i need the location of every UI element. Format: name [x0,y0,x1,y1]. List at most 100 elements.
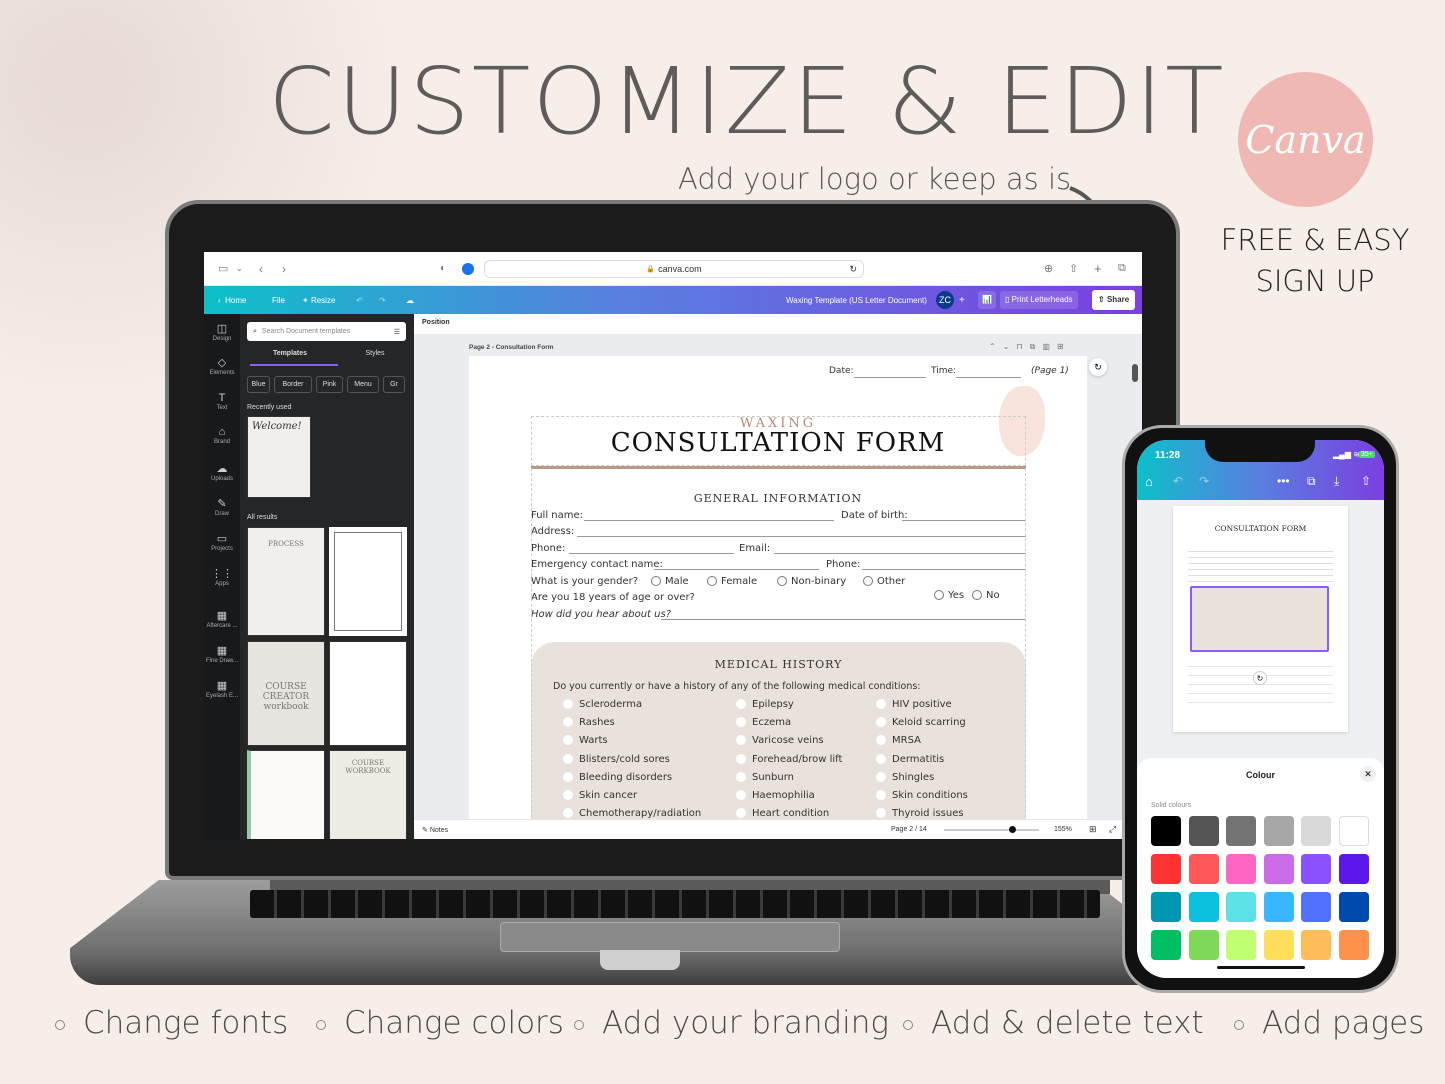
rail-item-fine-draw[interactable]: ▦ Fine Draw... [204,644,240,664]
zoom-level[interactable]: 155% [1054,826,1072,833]
url-bar[interactable]: 🔒 canva.com ↻ [484,260,864,278]
colour-swatch[interactable] [1263,930,1294,960]
share-icon[interactable]: ⇧ [1361,474,1371,488]
rail-item-design[interactable]: ◫ Design [204,322,240,342]
colour-swatch[interactable] [1263,892,1294,922]
colour-swatch[interactable] [1338,892,1369,922]
add-collaborator-icon[interactable]: + [959,295,965,306]
colour-swatch[interactable] [1188,854,1219,884]
colour-swatch[interactable] [1301,892,1331,922]
insights-icon[interactable]: 📊 [978,291,996,309]
more-icon[interactable]: ••• [1277,474,1290,488]
rail-item-apps[interactable]: ⋮⋮ Apps [204,567,240,587]
colour-swatch[interactable] [1301,854,1331,884]
rail-item-aftercare[interactable]: ▦ Aftercare ... [204,609,240,629]
back-icon[interactable]: ‹ [259,262,263,276]
duplicate-icon[interactable]: ⧉ [1030,342,1043,351]
grid-view-icon[interactable]: ⊞ [1089,824,1097,835]
sidebar-toggle-icon[interactable]: ▭ [218,262,228,275]
add-page-icon[interactable]: ⊞ [1057,342,1071,351]
undo-icon[interactable]: ↶ [356,296,363,305]
colour-swatch[interactable] [1151,854,1181,884]
document-page[interactable]: Date: Time: (Page 1) WAXING CONSULTATION… [469,356,1087,826]
page-count[interactable]: Page 2 / 14 [891,826,927,833]
colour-swatch[interactable] [1151,892,1181,922]
delete-icon[interactable]: ▥ [1042,342,1057,351]
download-icon[interactable]: ⤓ [1334,474,1339,489]
close-icon[interactable]: ✕ [1360,766,1376,782]
template-thumb[interactable]: COURSE WORKBOOK [329,750,407,839]
template-thumb[interactable] [247,750,325,839]
reload-icon[interactable]: ↻ [849,264,857,275]
template-search-input[interactable]: ⌕ Search Document templates ☰ [247,322,406,341]
rail-item-brand[interactable]: ⌂ Brand [204,426,240,445]
phone-page-preview[interactable]: CONSULTATION FORM ↻ [1173,506,1348,732]
colour-swatch[interactable] [1188,892,1219,922]
colour-swatch[interactable] [1338,816,1369,846]
file-menu[interactable]: File [272,296,285,305]
selected-medical-box[interactable] [1190,586,1329,652]
document-title[interactable]: Waxing Template (US Letter Document) [786,296,927,305]
tab-templates[interactable]: Templates [250,350,330,357]
forward-icon[interactable]: › [282,262,286,276]
redo-icon[interactable]: ↷ [379,296,386,305]
rail-item-uploads[interactable]: ☁ Uploads [204,462,240,482]
notes-button[interactable]: ✎ Notes [422,826,448,834]
template-thumb[interactable] [329,527,407,636]
refresh-button[interactable]: ↻ [1089,358,1107,376]
colour-swatch[interactable] [1226,854,1256,884]
move-down-icon[interactable]: ⌄ [1003,342,1017,351]
home-button[interactable]: ‹ Home [218,296,246,305]
colour-swatch[interactable] [1226,930,1256,960]
template-thumb[interactable] [329,641,407,746]
filter-icon[interactable]: ☰ [394,328,400,336]
zoom-slider[interactable] [944,826,1039,833]
filter-chip[interactable]: Border [274,376,312,393]
template-thumb[interactable]: PROCESS [247,527,325,636]
chevron-down-icon[interactable]: ⌄ [236,264,243,273]
colour-swatch[interactable] [1188,930,1219,960]
pages-icon[interactable]: ⧉ [1307,474,1316,489]
zoom-slider-knob[interactable] [1009,826,1017,833]
lock-icon[interactable]: ⊓ [1016,342,1029,351]
colour-swatch[interactable] [1263,854,1294,884]
rail-item-projects[interactable]: ▭ Projects [204,532,240,552]
scrollbar[interactable] [1132,364,1138,382]
filter-chip[interactable]: Gr [383,376,405,393]
colour-swatch[interactable] [1301,816,1331,846]
rotate-handle[interactable]: ↻ [1253,671,1267,685]
shield-icon[interactable]: ◐ [440,263,446,274]
rail-item-text[interactable]: T Text [204,392,240,411]
redo-icon[interactable]: ↷ [1199,474,1209,488]
rail-item-draw[interactable]: ✎ Draw [204,497,240,517]
share-button[interactable]: ⇧ Share [1092,290,1136,310]
rail-item-eyelash-e[interactable]: ▦ Eyelash E... [204,679,240,699]
fullscreen-icon[interactable]: ⤢ [1109,824,1116,835]
filter-chip[interactable]: Menu [347,376,379,393]
recent-template-thumb[interactable]: Welcome! [247,416,311,498]
resize-button[interactable]: ✦ Resize [302,296,335,305]
colour-swatch[interactable] [1151,816,1181,846]
colour-swatch[interactable] [1263,816,1294,846]
tab-styles[interactable]: Styles [335,350,415,357]
new-tab-icon[interactable]: + [1094,261,1102,276]
template-thumb[interactable]: COURSE CREATOR workbook [247,641,325,746]
colour-swatch[interactable] [1338,854,1369,884]
print-button[interactable]: ▯ Print Letterheads [1000,291,1078,309]
filter-chip[interactable]: Blue [247,376,270,393]
share-icon[interactable]: ⇧ [1069,262,1078,275]
colour-swatch[interactable] [1226,892,1256,922]
home-icon[interactable]: ⌂ [1145,474,1153,489]
position-button[interactable]: Position [414,314,1142,334]
cloud-icon[interactable]: ☁ [406,296,414,305]
rail-item-elements[interactable]: ◇ Elements [204,356,240,376]
colour-swatch[interactable] [1338,930,1369,960]
filter-chip[interactable]: Pink [316,376,343,393]
move-up-icon[interactable]: ⌃ [989,342,1003,351]
avatar[interactable]: ZC [936,291,954,309]
download-icon[interactable]: ⊕ [1044,262,1053,275]
colour-swatch[interactable] [1188,816,1219,846]
colour-swatch[interactable] [1301,930,1331,960]
tabs-icon[interactable]: ⧉ [1118,262,1126,275]
colour-swatch[interactable] [1226,816,1256,846]
